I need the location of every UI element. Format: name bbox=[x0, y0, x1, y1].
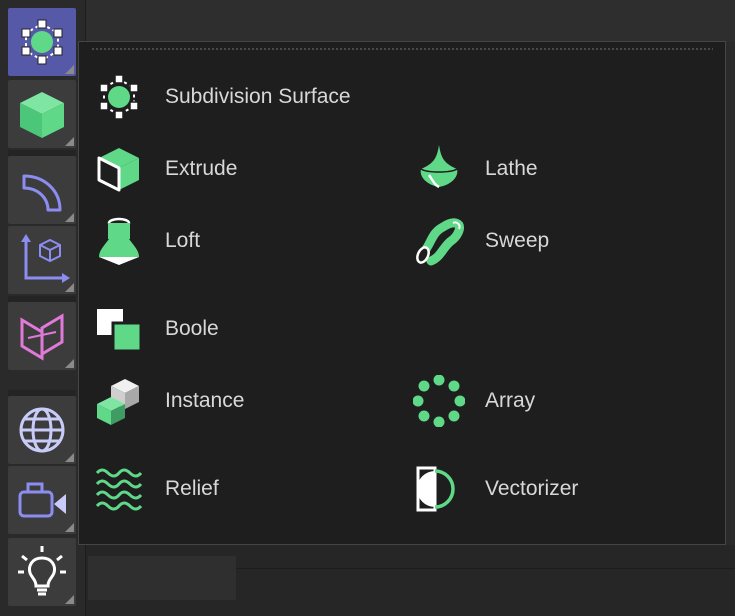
boole-icon bbox=[93, 303, 145, 355]
bottom-panel-tab[interactable] bbox=[88, 556, 236, 600]
menu-item-label: Extrude bbox=[165, 157, 238, 180]
menu-item-lathe[interactable]: Lathe bbox=[399, 139, 719, 199]
subdivision-icon bbox=[21, 19, 63, 65]
array-icon bbox=[413, 375, 465, 427]
menu-item-vectorizer[interactable]: Vectorizer bbox=[399, 459, 719, 519]
menu-item-subdivision-surface[interactable]: Subdivision Surface bbox=[79, 67, 409, 127]
loft-icon bbox=[93, 215, 145, 267]
extrude-icon bbox=[93, 143, 145, 195]
menu-item-instance[interactable]: Instance bbox=[79, 371, 399, 431]
light-tool-button[interactable] bbox=[8, 538, 76, 606]
spline-tool-button[interactable] bbox=[8, 156, 76, 224]
subdivision-surface-icon bbox=[93, 71, 145, 123]
coordinate-system-icon bbox=[21, 234, 70, 283]
deformer-icon bbox=[20, 313, 64, 361]
environment-tool-button[interactable] bbox=[8, 396, 76, 464]
generators-popup-menu: Subdivision Surface Extrude Lathe Loft S… bbox=[78, 41, 726, 545]
menu-item-label: Boole bbox=[165, 317, 219, 340]
menu-item-sweep[interactable]: Sweep bbox=[399, 211, 719, 271]
instance-icon bbox=[93, 375, 145, 427]
globe-icon bbox=[19, 407, 65, 453]
menu-item-label: Sweep bbox=[485, 229, 550, 252]
left-toolbar bbox=[0, 0, 86, 616]
bottom-panel-divider bbox=[236, 568, 735, 569]
viewport-header bbox=[86, 0, 735, 42]
menu-item-array[interactable]: Array bbox=[399, 371, 719, 431]
vectorizer-icon bbox=[413, 463, 465, 515]
menu-item-label: Relief bbox=[165, 477, 219, 500]
menu-item-relief[interactable]: Relief bbox=[79, 459, 399, 519]
menu-item-label: Vectorizer bbox=[485, 477, 579, 500]
menu-item-extrude[interactable]: Extrude bbox=[79, 139, 399, 199]
cube-icon bbox=[20, 92, 64, 138]
menu-item-label: Subdivision Surface bbox=[165, 85, 351, 108]
camera-icon bbox=[18, 482, 66, 518]
subdivision-tool-button[interactable] bbox=[8, 8, 76, 76]
menu-item-label: Instance bbox=[165, 389, 245, 412]
lathe-icon bbox=[413, 143, 465, 195]
menu-item-boole[interactable]: Boole bbox=[79, 299, 399, 359]
light-bulb-icon bbox=[18, 546, 66, 596]
spline-icon bbox=[22, 174, 62, 212]
coordinate-tool-button[interactable] bbox=[8, 226, 76, 294]
cube-tool-button[interactable] bbox=[8, 80, 76, 148]
relief-icon bbox=[93, 463, 145, 515]
popup-drag-grip[interactable] bbox=[91, 47, 713, 51]
menu-item-label: Loft bbox=[165, 229, 201, 252]
menu-item-label: Lathe bbox=[485, 157, 538, 180]
camera-tool-button[interactable] bbox=[8, 466, 76, 534]
deformer-tool-button[interactable] bbox=[8, 302, 76, 370]
sweep-icon bbox=[413, 215, 465, 267]
menu-item-loft[interactable]: Loft bbox=[79, 211, 399, 271]
menu-item-label: Array bbox=[485, 389, 536, 412]
